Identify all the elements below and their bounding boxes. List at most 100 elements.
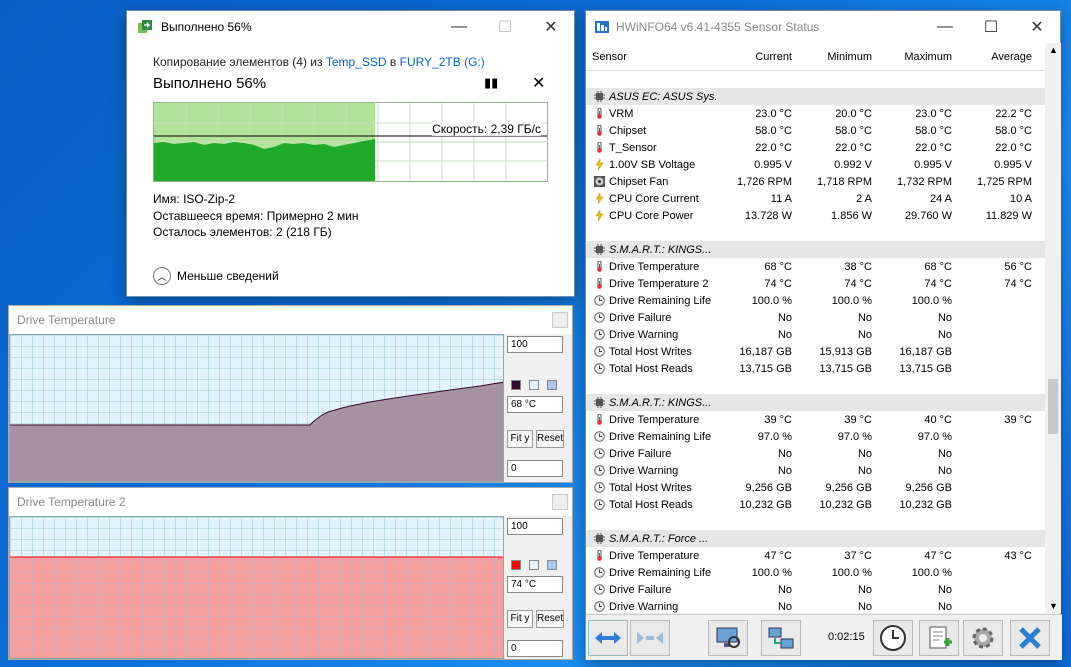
name-value: ISO-Zip-2 — [183, 192, 236, 206]
bg-color-swatch[interactable] — [529, 380, 539, 390]
sensor-row[interactable]: Total Host Reads 10,232 GB 10,232 GB 10,232… — [586, 496, 1045, 513]
scroll-thumb[interactable] — [1048, 379, 1058, 434]
reset-button[interactable]: Reset — [536, 610, 564, 628]
sensor-row[interactable]: T_Sensor 22.0 °C 22.0 °C 22.0 °C 22.0 °C — [586, 139, 1045, 156]
sensor-row[interactable]: Drive Remaining Life 100.0 % 100.0 % 100.0 … — [586, 292, 1045, 309]
sensor-row[interactable]: Drive Warning No No No — [586, 326, 1045, 343]
close-button[interactable]: ✕ — [1014, 11, 1060, 42]
cancel-copy-button[interactable]: ✕ — [532, 73, 545, 93]
sensor-name: Drive Temperature — [586, 414, 718, 426]
sensor-row[interactable]: CPU Core Power 13.728 W 1.856 W 29.760 W 11.… — [586, 207, 1045, 224]
fit-y-button[interactable]: Fit y — [507, 430, 533, 448]
settings-button[interactable] — [963, 620, 1003, 656]
grid-color-swatch[interactable] — [547, 560, 557, 570]
current-value: 16,187 GB — [739, 345, 792, 358]
col-maximum[interactable]: Maximum — [878, 51, 958, 63]
minimum-value: 1.856 W — [831, 209, 872, 222]
max-value-box[interactable]: 100 — [507, 336, 563, 353]
minimize-button[interactable]: — — [436, 11, 482, 42]
fit-y-button[interactable]: Fit y — [507, 610, 533, 628]
network-button[interactable] — [761, 620, 801, 656]
in-word: в — [389, 55, 397, 69]
close-x-icon — [1019, 627, 1041, 649]
current-value: 100.0 % — [751, 566, 792, 579]
graph-close-button[interactable] — [552, 312, 568, 328]
destination-link[interactable]: FURY_2TB (G:) — [400, 55, 485, 69]
sensor-row[interactable]: Drive Temperature 2 74 °C 74 °C 74 °C 74 °C — [586, 275, 1045, 292]
chip-icon — [594, 397, 605, 408]
sensor-row[interactable]: Drive Remaining Life 97.0 % 97.0 % 97.0 % — [586, 428, 1045, 445]
maximum-value: No — [937, 464, 952, 477]
col-current[interactable]: Current — [718, 51, 798, 63]
sensor-row[interactable]: VRM 23.0 °C 20.0 °C 23.0 °C 22.2 °C — [586, 105, 1045, 122]
sensor-row[interactable]: Drive Failure No No No — [586, 309, 1045, 326]
bg-color-swatch[interactable] — [529, 560, 539, 570]
minimum-value: No — [857, 328, 872, 341]
sensor-row[interactable]: Drive Warning No No No — [586, 598, 1045, 613]
sensor-group-row[interactable]: ASUS EC: ASUS Sys... — [586, 88, 1045, 105]
sensor-row[interactable]: Chipset 58.0 °C 58.0 °C 58.0 °C 58.0 °C — [586, 122, 1045, 139]
scroll-down-icon[interactable]: ▼ — [1049, 601, 1058, 611]
current-value: 9,256 GB — [745, 481, 792, 494]
sensor-row[interactable]: Drive Remaining Life 100.0 % 100.0 % 100.0 … — [586, 564, 1045, 581]
sensor-name: CPU Core Power — [586, 210, 718, 222]
maximum-value: 97.0 % — [917, 430, 952, 443]
speed-label: Скорость: 2,39 ГБ/с — [432, 122, 541, 136]
sensor-group-row[interactable]: S.M.A.R.T.: KINGS... — [586, 394, 1045, 411]
sensor-row[interactable]: Drive Temperature 68 °C 38 °C 68 °C 56 °C — [586, 258, 1045, 275]
sensor-row[interactable]: 1.00V SB Voltage 0.995 V 0.992 V 0.995 V 0.9… — [586, 156, 1045, 173]
sensor-name: Drive Remaining Life — [586, 431, 718, 443]
sensor-group-row[interactable]: S.M.A.R.T.: KINGS... — [586, 241, 1045, 258]
sensor-table: Sensor Current Minimum Maximum Average A… — [586, 43, 1045, 613]
maximize-button[interactable]: ☐ — [968, 11, 1014, 42]
current-value-box: 74 °C — [507, 576, 563, 593]
add-report-button[interactable] — [919, 620, 959, 656]
line-color-swatch[interactable] — [511, 560, 521, 570]
sensor-row[interactable]: Drive Temperature 39 °C 39 °C 40 °C 39 °C — [586, 411, 1045, 428]
line-color-swatch[interactable] — [511, 380, 521, 390]
current-value: 23.0 °C — [755, 107, 792, 120]
minimum-value: No — [857, 447, 872, 460]
close-sensors-button[interactable] — [1010, 620, 1050, 656]
min-value-box[interactable]: 0 — [507, 460, 563, 477]
graph-title: Drive Temperature 2 — [9, 488, 572, 516]
grid-color-swatch[interactable] — [547, 380, 557, 390]
current-value: No — [777, 311, 792, 324]
toggle-label: Меньше сведений — [177, 269, 279, 283]
monitor-button[interactable] — [708, 620, 748, 656]
minimize-button[interactable]: — — [922, 11, 968, 42]
sensor-row[interactable]: Chipset Fan 1,726 RPM 1,718 RPM 1,732 RPM 1,… — [586, 173, 1045, 190]
sensor-group-row[interactable]: S.M.A.R.T.: Force ... — [586, 530, 1045, 547]
graph-close-button[interactable] — [552, 494, 568, 510]
max-value-box[interactable]: 100 — [507, 518, 563, 535]
sensor-row[interactable]: Drive Temperature 47 °C 37 °C 47 °C 43 °C — [586, 547, 1045, 564]
sensor-row[interactable]: Drive Failure No No No — [586, 581, 1045, 598]
sensor-row[interactable]: Total Host Writes 16,187 GB 15,913 GB 16,18… — [586, 343, 1045, 360]
collapse-columns-button[interactable] — [630, 620, 670, 656]
maximum-value: 58.0 °C — [915, 124, 952, 137]
min-value-box[interactable]: 0 — [507, 640, 563, 657]
source-link[interactable]: Temp_SSD — [326, 55, 387, 69]
expand-columns-button[interactable] — [588, 620, 628, 656]
pause-button[interactable]: ▮▮ — [484, 75, 498, 91]
spacer-row — [586, 513, 1045, 530]
minimum-value: No — [857, 583, 872, 596]
reset-button[interactable]: Reset — [536, 430, 564, 448]
sensor-row[interactable]: Total Host Reads 13,715 GB 13,715 GB 13,715… — [586, 360, 1045, 377]
average-value: 22.2 °C — [995, 107, 1032, 120]
less-details-toggle[interactable]: ︿ Меньше сведений — [153, 267, 279, 285]
scroll-up-icon[interactable]: ▲ — [1049, 45, 1058, 55]
col-average[interactable]: Average — [958, 51, 1038, 63]
close-button[interactable]: ✕ — [528, 11, 574, 42]
clock-reset-button[interactable] — [873, 620, 913, 656]
col-sensor[interactable]: Sensor — [586, 51, 718, 63]
vertical-scrollbar[interactable]: ▲ ▼ — [1045, 43, 1061, 613]
col-minimum[interactable]: Minimum — [798, 51, 878, 63]
sensor-row[interactable]: CPU Core Current 11 A 2 A 24 A 10 A — [586, 190, 1045, 207]
sensor-row[interactable]: Total Host Writes 9,256 GB 9,256 GB 9,256 G… — [586, 479, 1045, 496]
minimum-value: 2 A — [856, 192, 872, 205]
hwinfo-toolbar: 0:02:15 — [586, 614, 1062, 660]
sensor-name: Total Host Reads — [586, 363, 718, 375]
sensor-row[interactable]: Drive Failure No No No — [586, 445, 1045, 462]
sensor-row[interactable]: Drive Warning No No No — [586, 462, 1045, 479]
